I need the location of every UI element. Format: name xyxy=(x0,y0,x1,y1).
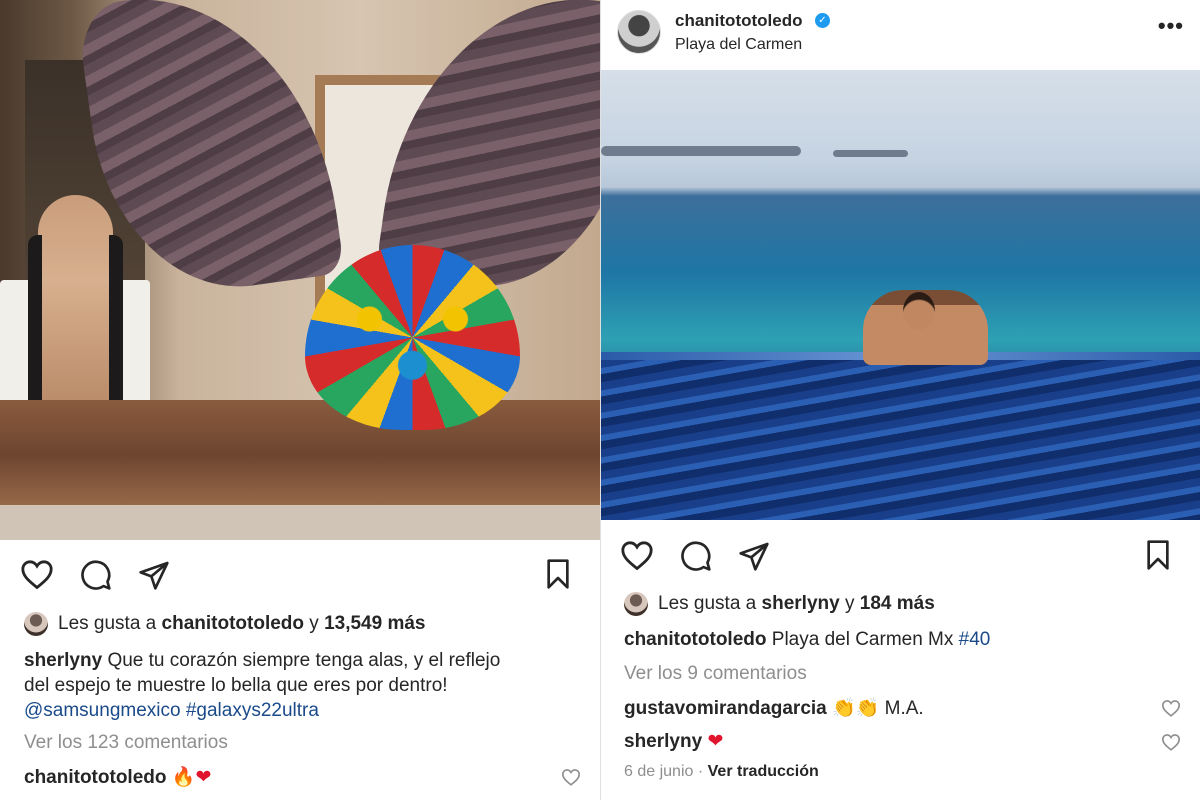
caption-line-3: @samsungmexico #galaxys22ultra xyxy=(24,700,319,722)
red-heart-emoji: ❤ xyxy=(195,766,212,788)
comment-bubble-icon[interactable] xyxy=(79,559,113,591)
header-username[interactable]: chanitototoledo xyxy=(675,11,802,31)
post-header: chanitototoledo ✓ Playa del Carmen ••• xyxy=(601,0,1200,70)
comment-username[interactable]: chanitototoledo xyxy=(24,767,166,788)
comment-username[interactable]: gustavomirandagarcia xyxy=(624,698,827,719)
photo-cloud xyxy=(833,150,908,157)
bookmark-icon[interactable] xyxy=(1143,539,1173,571)
view-comments-link[interactable]: Ver los 123 comentarios xyxy=(24,732,228,754)
photo-pool xyxy=(601,360,1200,520)
photo-table xyxy=(0,400,600,510)
more-dots-icon[interactable]: ••• xyxy=(1158,15,1184,37)
verified-badge-icon: ✓ xyxy=(815,13,830,28)
right-action-bar xyxy=(601,536,1200,576)
heart-outline-icon[interactable] xyxy=(620,539,654,571)
likes-conjunction: y xyxy=(309,613,319,634)
comment-row: gustavomirandagarcia 👏👏 M.A. xyxy=(624,696,924,720)
liker-username[interactable]: chanitototoledo xyxy=(162,613,304,634)
caption-line-2: del espejo te muestre lo bella que eres … xyxy=(24,675,448,696)
comment-row: chanitototoledo 🔥❤ xyxy=(24,765,211,789)
caption-line-1: sherlyny Que tu corazón siempre tenga al… xyxy=(24,650,500,672)
caption-line: chanitototoledo Playa del Carmen Mx #40 xyxy=(624,629,990,651)
photo-robe xyxy=(28,235,123,410)
post-date: 6 de junio xyxy=(624,763,694,780)
likes-line: Les gusta a sherlyny y 184 más xyxy=(658,593,935,615)
comment-like-icon[interactable] xyxy=(1161,699,1181,717)
header-location[interactable]: Playa del Carmen xyxy=(675,36,802,54)
bookmark-icon[interactable] xyxy=(543,558,573,590)
left-action-bar xyxy=(0,555,600,595)
comment-like-icon[interactable] xyxy=(1161,733,1181,751)
comment-bubble-icon[interactable] xyxy=(679,540,713,572)
post-photo-mirror-selfie[interactable] xyxy=(0,0,600,540)
comment-like-icon[interactable] xyxy=(561,768,581,786)
post-meta: 6 de junio · Ver traducción xyxy=(624,763,819,781)
comment-text: M.A. xyxy=(884,698,924,719)
likes-conjunction: y xyxy=(844,593,855,614)
left-post: Les gusta a chanitototoledo y 13,549 más… xyxy=(0,0,600,800)
likes-prefix: Les gusta a xyxy=(658,593,757,614)
liker-avatar[interactable] xyxy=(24,612,48,636)
paper-plane-icon[interactable] xyxy=(137,559,171,591)
post-photo-infinity-pool[interactable] xyxy=(601,70,1200,520)
caption-text: Que tu corazón siempre tenga alas, y el … xyxy=(107,650,501,671)
likes-prefix: Les gusta a xyxy=(58,613,157,634)
photo-man-head xyxy=(903,292,935,330)
red-heart-emoji: ❤ xyxy=(707,730,724,752)
right-post: chanitototoledo ✓ Playa del Carmen ••• L… xyxy=(601,0,1200,800)
mention-link[interactable]: @samsungmexico xyxy=(24,700,181,721)
likes-line: Les gusta a chanitototoledo y 13,549 más xyxy=(58,613,426,635)
hashtag-link[interactable]: #galaxys22ultra xyxy=(186,700,319,721)
profile-avatar[interactable] xyxy=(617,10,661,54)
comment-username[interactable]: sherlyny xyxy=(624,731,702,752)
heart-outline-icon[interactable] xyxy=(20,558,54,590)
liker-username[interactable]: sherlyny xyxy=(762,593,840,614)
caption-username[interactable]: sherlyny xyxy=(24,650,102,671)
translate-link[interactable]: Ver traducción xyxy=(708,763,819,780)
photo-cloud xyxy=(601,146,801,156)
paper-plane-icon[interactable] xyxy=(737,540,771,572)
meta-separator: · xyxy=(697,763,704,780)
clapping-emoji: 👏👏 xyxy=(832,697,880,719)
caption-text: Playa del Carmen Mx xyxy=(771,629,954,650)
photo-floor xyxy=(0,505,600,540)
liker-avatar[interactable] xyxy=(624,592,648,616)
comment-row: sherlyny ❤ xyxy=(624,730,723,753)
fire-emoji: 🔥 xyxy=(171,766,196,788)
hashtag-link[interactable]: #40 xyxy=(959,629,991,650)
view-comments-link[interactable]: Ver los 9 comentarios xyxy=(624,663,807,685)
likes-count[interactable]: 184 más xyxy=(860,593,935,614)
caption-username[interactable]: chanitototoledo xyxy=(624,629,766,650)
likes-count[interactable]: 13,549 más xyxy=(324,613,425,634)
